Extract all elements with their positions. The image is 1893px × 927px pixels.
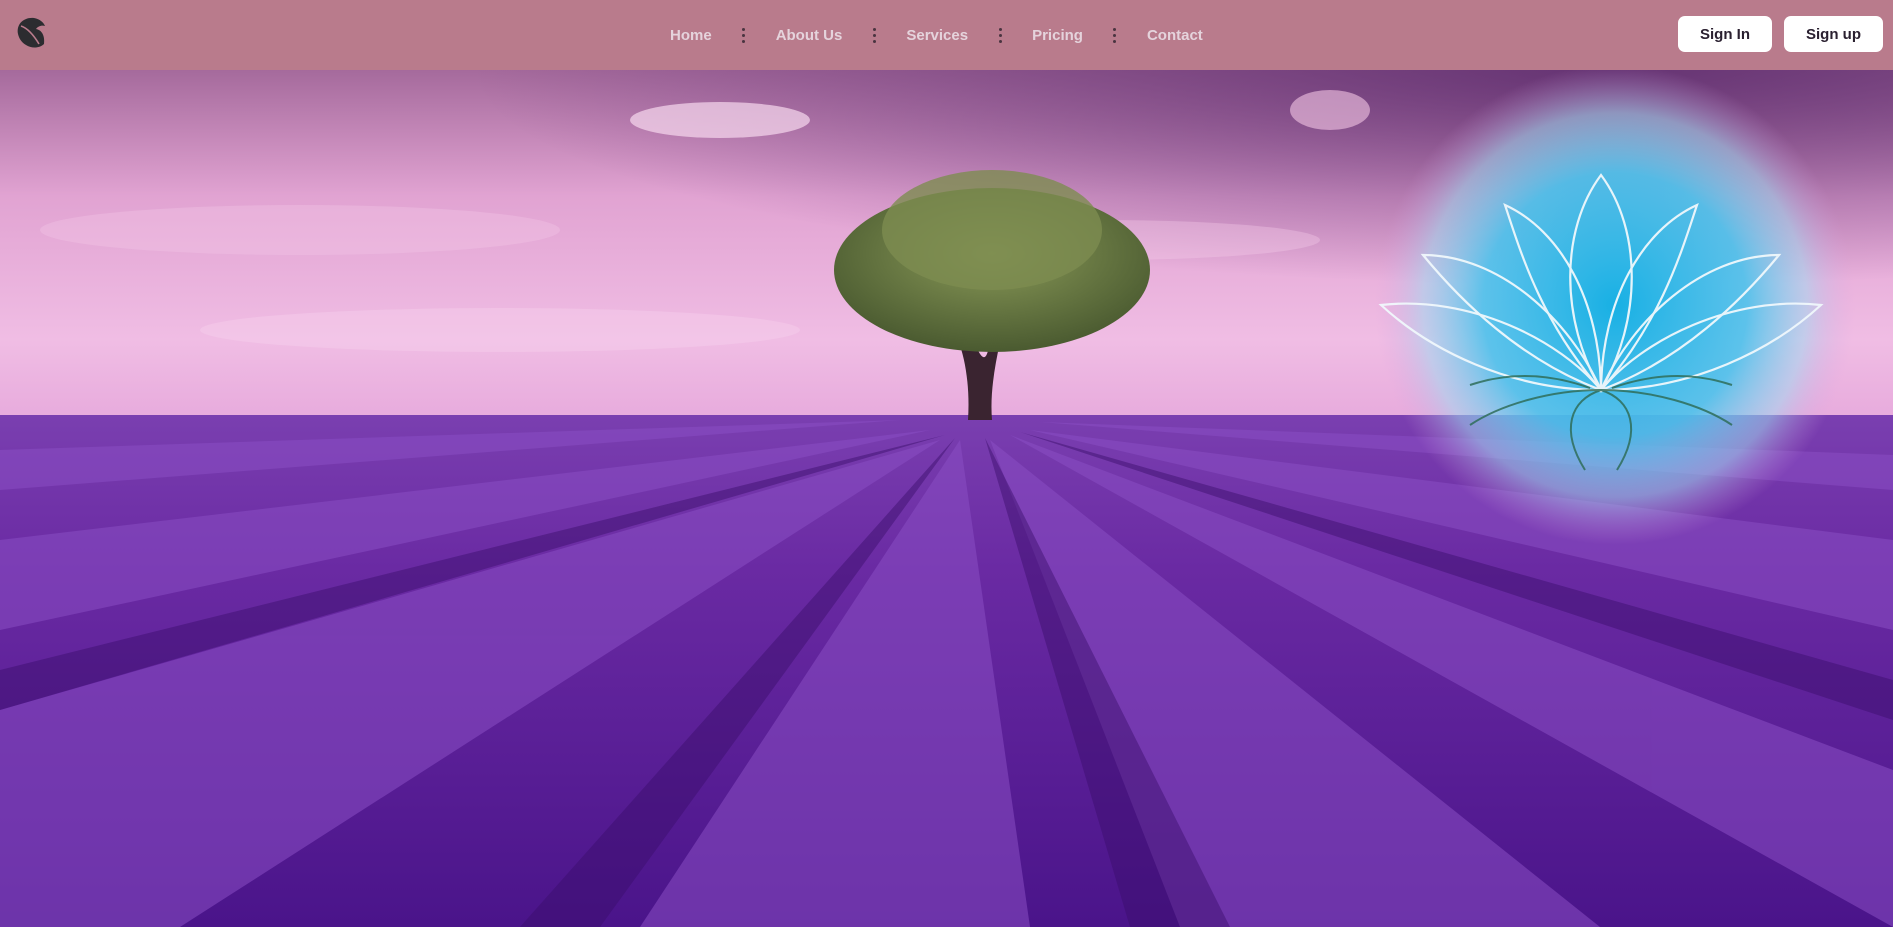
leaf-icon[interactable] <box>12 14 48 50</box>
nav-pricing[interactable]: Pricing <box>1032 27 1083 44</box>
nav-home[interactable]: Home <box>670 27 712 44</box>
nav-separator-dots-icon <box>1113 27 1117 43</box>
main-nav: Home About Us Services Pricing Contact <box>670 0 1203 70</box>
hero-image <box>0 70 1893 927</box>
landing-page: Home About Us Services Pricing Contact S… <box>0 0 1893 927</box>
nav-separator-dots-icon <box>872 27 876 43</box>
nav-separator-dots-icon <box>742 27 746 43</box>
navbar: Home About Us Services Pricing Contact S… <box>0 0 1893 70</box>
nav-about-us[interactable]: About Us <box>776 27 843 44</box>
sign-up-button[interactable]: Sign up <box>1784 16 1883 52</box>
nav-services[interactable]: Services <box>906 27 968 44</box>
sign-in-button[interactable]: Sign In <box>1678 16 1772 52</box>
nav-contact[interactable]: Contact <box>1147 27 1203 44</box>
nav-separator-dots-icon <box>998 27 1002 43</box>
